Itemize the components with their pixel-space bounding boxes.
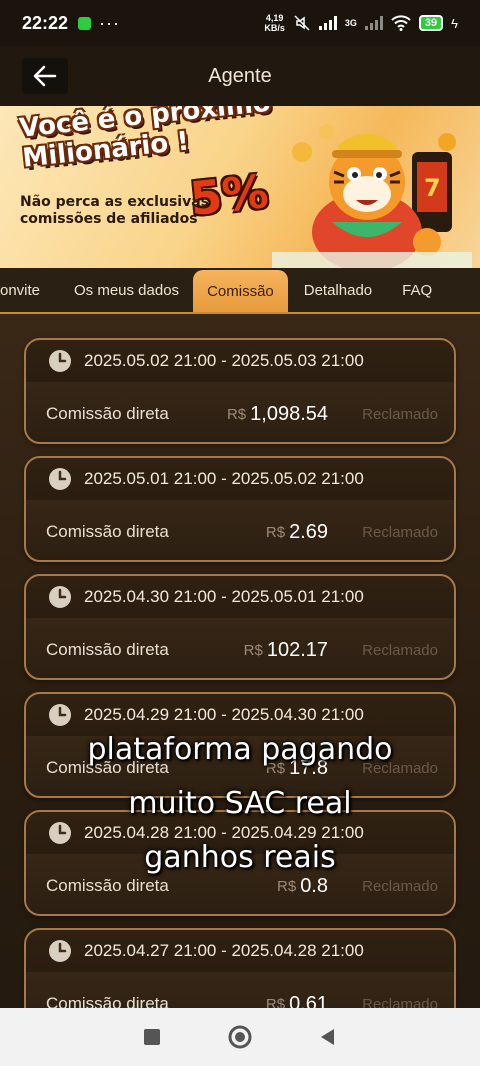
- tab-convite[interactable]: onvite: [0, 268, 56, 312]
- card-label: Comissão direta: [46, 758, 169, 777]
- currency-symbol: R$: [265, 759, 286, 777]
- promo-banner[interactable]: Você é o próximo Milionário ! Não perca …: [0, 106, 480, 268]
- commission-card: 2025.04.29 21:00 - 2025.04.30 21:00 Comi…: [24, 692, 456, 798]
- card-amount: 2.69: [289, 520, 328, 543]
- status-time: 22:22: [22, 12, 69, 33]
- signal-icon-2: [364, 16, 383, 30]
- card-status: Reclamado: [362, 641, 438, 659]
- card-status: Reclamado: [362, 759, 438, 777]
- svg-text:7: 7: [424, 174, 441, 202]
- currency-symbol: R$: [265, 995, 286, 1009]
- recents-square-icon[interactable]: [142, 1027, 162, 1047]
- system-nav-bar: [0, 1008, 480, 1066]
- network-type: 3G: [344, 18, 357, 28]
- currency-symbol: R$: [265, 523, 286, 541]
- card-label: Comissão direta: [46, 522, 169, 541]
- status-bar: 22:22 ··· 4,19 KB/s 3G 39 ϟ: [0, 0, 480, 46]
- commission-list[interactable]: 2025.05.02 21:00 - 2025.05.03 21:00 Comi…: [0, 314, 480, 1008]
- card-status: Reclamado: [362, 995, 438, 1009]
- mute-icon: [294, 15, 310, 31]
- card-label: Comissão direta: [46, 404, 169, 423]
- battery-icon: 39: [418, 15, 444, 31]
- back-button[interactable]: [22, 58, 68, 94]
- whatsapp-notification-icon: [78, 16, 92, 30]
- commission-card: 2025.05.02 21:00 - 2025.05.03 21:00 Comi…: [24, 338, 456, 444]
- charging-icon: ϟ: [451, 15, 458, 31]
- network-speed-unit: KB/s: [264, 23, 285, 33]
- currency-symbol: R$: [243, 641, 263, 659]
- network-speed: 4,19 KB/s: [264, 13, 285, 33]
- signal-icon: [318, 16, 337, 30]
- back-arrow-icon: [33, 65, 57, 87]
- card-amount: 1,098.54: [250, 402, 328, 425]
- commission-card: 2025.04.30 21:00 - 2025.05.01 21:00 Comi…: [24, 574, 456, 680]
- clock-icon: [49, 822, 71, 844]
- card-period: 2025.05.02 21:00 - 2025.05.03 21:00: [84, 351, 364, 370]
- commission-card: 2025.04.27 21:00 - 2025.04.28 21:00 Comi…: [24, 928, 456, 1008]
- card-status: Reclamado: [362, 877, 438, 895]
- card-label: Comissão direta: [46, 640, 169, 659]
- card-status: Reclamado: [362, 523, 438, 541]
- clock-icon: [49, 468, 71, 490]
- card-amount: 17.8: [289, 756, 328, 779]
- card-period: 2025.04.28 21:00 - 2025.04.29 21:00: [84, 823, 364, 842]
- card-amount: 0.61: [289, 992, 328, 1009]
- back-triangle-icon[interactable]: [318, 1027, 338, 1047]
- wifi-icon: [391, 15, 411, 31]
- card-label: Comissão direta: [46, 876, 169, 895]
- tab-comissao[interactable]: Comissão: [193, 270, 288, 312]
- clock-icon: [49, 350, 71, 372]
- tab-bar: onvite Os meus dados Comissão Detalhado …: [0, 268, 480, 314]
- more-notifications-icon: ···: [99, 12, 121, 33]
- tab-os-meus-dados[interactable]: Os meus dados: [74, 268, 179, 312]
- network-speed-value: 4,19: [265, 13, 284, 23]
- tiger-mascot-illustration: 7: [272, 124, 472, 268]
- commission-card: 2025.05.01 21:00 - 2025.05.02 21:00 Comi…: [24, 456, 456, 562]
- tab-detalhado[interactable]: Detalhado: [304, 268, 372, 312]
- card-period: 2025.05.01 21:00 - 2025.05.02 21:00: [84, 469, 364, 488]
- card-label: Comissão direta: [46, 994, 169, 1008]
- banner-headline: Você é o próximo Milionário !: [18, 106, 272, 174]
- card-amount: 0.8: [300, 874, 328, 897]
- tab-faq[interactable]: FAQ: [402, 268, 432, 312]
- currency-symbol: R$: [226, 405, 247, 423]
- clock-icon: [49, 704, 71, 726]
- card-amount: 102.17: [266, 638, 328, 661]
- card-period: 2025.04.27 21:00 - 2025.04.28 21:00: [84, 941, 364, 960]
- card-period: 2025.04.30 21:00 - 2025.05.01 21:00: [84, 587, 364, 606]
- clock-icon: [49, 586, 71, 608]
- commission-card: 2025.04.28 21:00 - 2025.04.29 21:00 Comi…: [24, 810, 456, 916]
- home-circle-icon[interactable]: [227, 1024, 253, 1050]
- card-status: Reclamado: [362, 405, 438, 423]
- clock-icon: [49, 940, 71, 962]
- card-period: 2025.04.29 21:00 - 2025.04.30 21:00: [84, 705, 364, 724]
- page-title: Agente: [208, 64, 272, 87]
- app-header: Agente: [0, 46, 480, 106]
- currency-symbol: R$: [277, 877, 297, 895]
- banner-percent: 5%: [187, 164, 271, 226]
